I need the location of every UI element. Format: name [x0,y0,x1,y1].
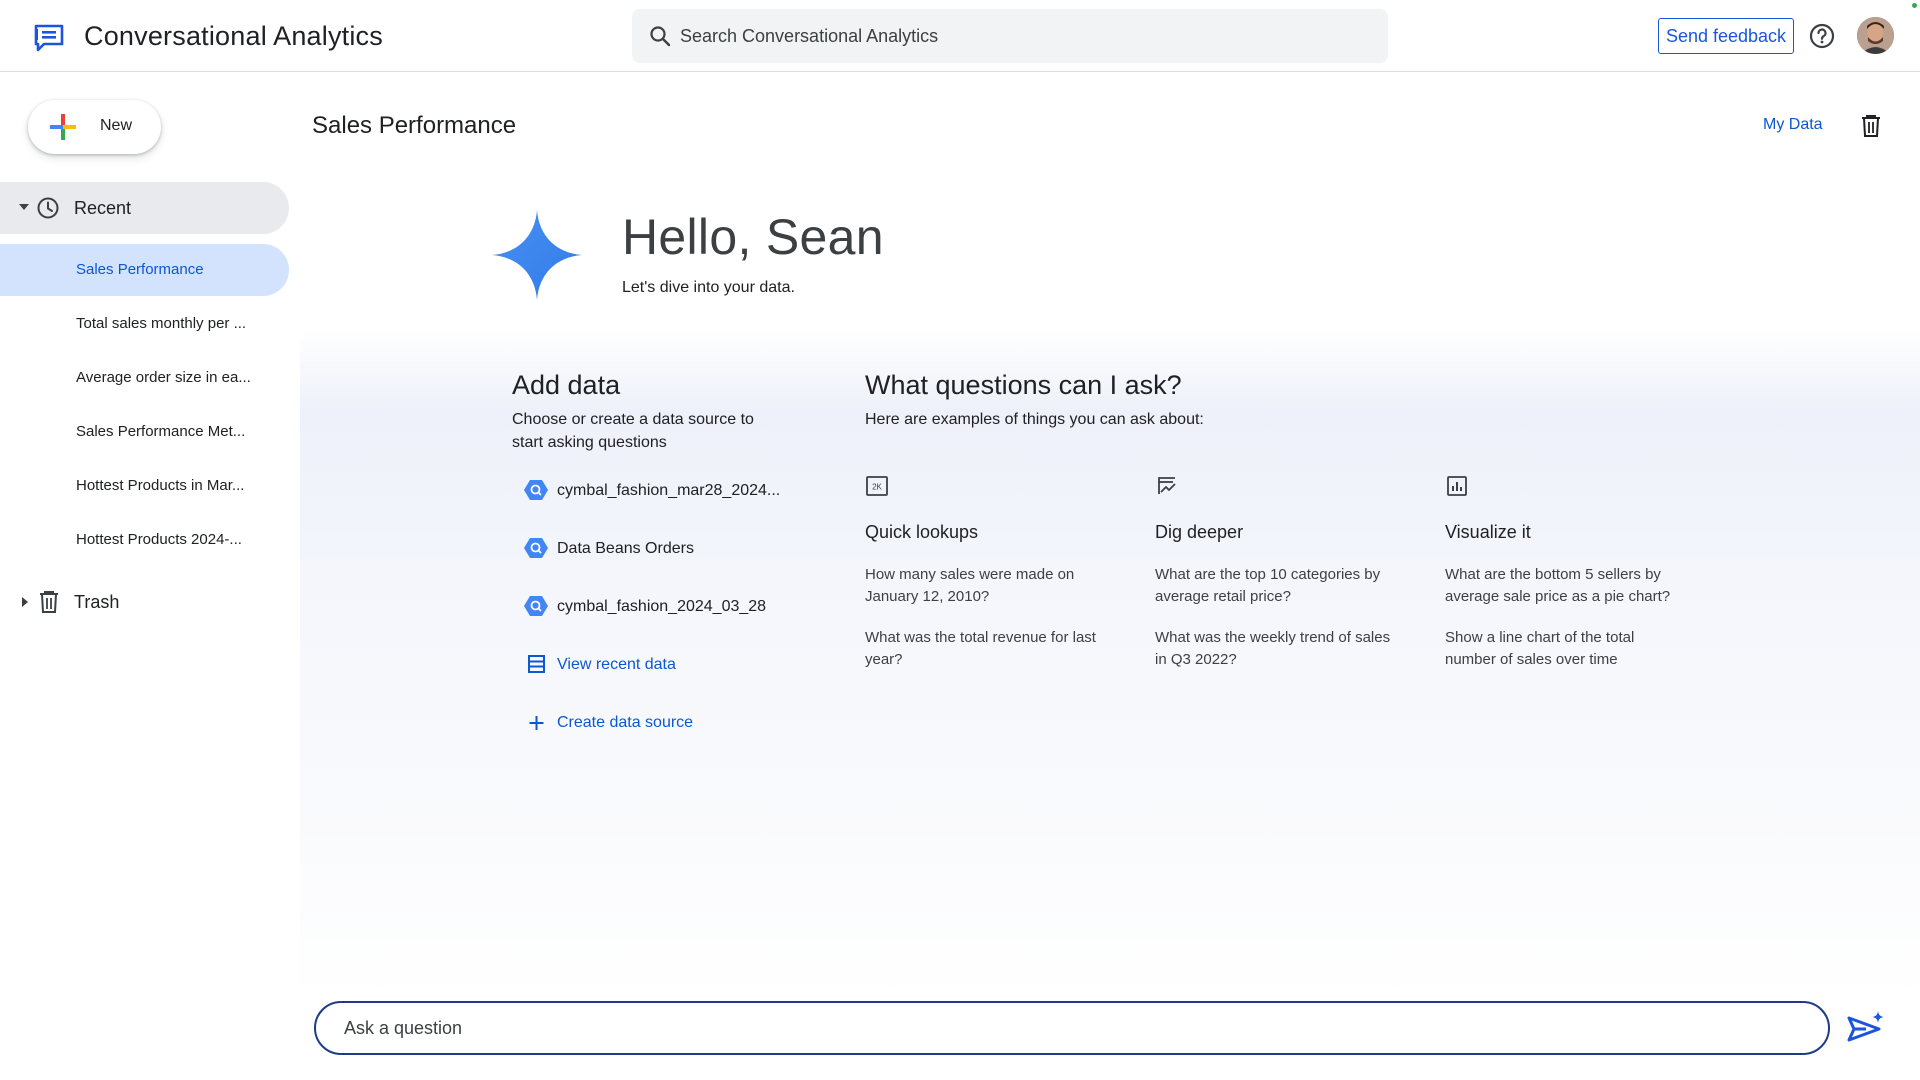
sidebar-item-label: Sales Performance Met... [76,423,246,440]
sidebar-item-sales-performance[interactable]: Sales Performance [0,244,289,296]
search-bar[interactable] [632,9,1388,63]
top-app-bar: Conversational Analytics Send feedback [0,0,1920,72]
create-data-source-link[interactable]: Create data source [520,706,800,740]
sidebar-item-label: Total sales monthly per ... [76,315,247,332]
example-question[interactable]: What are the bottom 5 sellers by average… [1445,564,1713,608]
caret-right-icon [22,597,28,607]
example-question-line: in Q3 2022? [1155,651,1237,668]
table-icon [528,655,545,673]
delete-conversation-icon[interactable] [1860,114,1882,138]
example-question-line: January 12, 2010? [865,588,990,605]
example-question[interactable]: What was the weekly trend of sales in Q3… [1155,627,1423,671]
plus-icon [50,114,76,140]
caret-down-icon [19,204,29,210]
clock-icon [37,197,59,219]
trend-edit-icon [1158,477,1176,494]
sidebar-item-label: Average order size in ea... [76,369,251,386]
add-data-subtitle-line-1: Choose or create a data source to [512,411,754,428]
bigquery-icon [524,596,548,616]
create-data-source-label: Create data source [557,714,694,731]
dig-deeper-title: Dig deeper [1155,522,1244,542]
example-question[interactable]: What was the total revenue for last year… [865,627,1133,671]
data-source-label: cymbal_fashion_mar28_2024... [557,482,781,499]
greeting-heading: Hello, Sean [622,209,884,265]
visualize-it-title: Visualize it [1445,522,1531,542]
example-question-line: What are the bottom 5 sellers by [1445,566,1661,583]
send-feedback-button[interactable]: Send feedback [1658,18,1794,54]
search-icon [650,26,671,47]
data-source-label: Data Beans Orders [557,540,694,557]
trash-icon [40,591,58,613]
add-data-heading: Add data [512,370,621,400]
gemini-sparkle-icon [492,210,582,300]
help-circle-icon[interactable] [1808,22,1836,50]
plus-icon [529,716,544,730]
sidebar-item-total-sales-monthly[interactable]: Total sales monthly per ... [0,298,289,350]
bigquery-icon [524,538,548,558]
example-question-line: What was the total revenue for last [865,629,1096,646]
sidebar-item-sales-performance-met[interactable]: Sales Performance Met... [0,406,289,458]
example-question-line: number of sales over time [1445,651,1618,668]
example-question-line: year? [865,651,903,668]
data-source-item[interactable]: Data Beans Orders [520,532,800,566]
example-question-line: What are the top 10 categories by [1155,566,1381,583]
questions-heading: What questions can I ask? [865,370,1182,400]
example-question-line: What was the weekly trend of sales [1155,629,1391,646]
bar-chart-icon [1447,476,1467,496]
number-lookup-icon: 2K [866,476,888,496]
add-data-subtitle-line-2: start asking questions [512,434,667,451]
example-question-line: How many sales were made on [865,566,1075,583]
page-title: Sales Performance [312,112,517,139]
search-input[interactable] [680,9,1370,63]
user-avatar-icon [1857,17,1894,54]
example-question[interactable]: How many sales were made on January 12, … [865,564,1133,608]
avatar[interactable] [1857,17,1894,54]
example-question-line: average retail price? [1155,588,1291,605]
trash-section-toggle[interactable]: Trash [0,576,289,628]
sidebar-item-label: Hottest Products in Mar... [76,477,245,494]
example-question-line: average sale price as a pie chart? [1445,588,1671,605]
greeting-subtitle: Let's dive into your data. [622,279,795,296]
status-dot [1912,3,1917,8]
ask-question-bar[interactable] [314,1001,1830,1055]
view-recent-data-link[interactable]: View recent data [520,648,800,682]
new-conversation-button[interactable]: New [28,100,161,154]
data-source-label: cymbal_fashion_2024_03_28 [557,598,767,615]
trash-label: Trash [74,592,120,612]
sidebar-item-label: Sales Performance [76,261,204,278]
data-source-item[interactable]: cymbal_fashion_2024_03_28 [520,590,800,624]
recent-label: Recent [74,198,132,218]
send-icon[interactable] [1846,1010,1886,1048]
sidebar-item-label: Hottest Products 2024-... [76,531,242,548]
sidebar-item-average-order-size[interactable]: Average order size in ea... [0,352,289,404]
quick-lookups-title: Quick lookups [865,522,979,542]
svg-text:2K: 2K [872,483,882,492]
example-question[interactable]: What are the top 10 categories by averag… [1155,564,1423,608]
new-button-label: New [100,117,133,134]
data-source-item[interactable]: cymbal_fashion_mar28_2024... [520,474,800,508]
my-data-link[interactable]: My Data [1763,116,1823,134]
sidebar-item-hottest-products-2024[interactable]: Hottest Products 2024-... [0,514,289,566]
example-question-line: Show a line chart of the total [1445,629,1635,646]
sidebar-item-hottest-products-mar[interactable]: Hottest Products in Mar... [0,460,289,512]
chat-analytics-icon[interactable] [33,24,65,52]
bigquery-icon [524,480,548,500]
example-question[interactable]: Show a line chart of the total number of… [1445,627,1713,671]
recent-section-toggle[interactable]: Recent [0,182,289,234]
app-title: Conversational Analytics [84,21,383,51]
ask-question-input[interactable] [344,1003,1804,1053]
questions-subtitle: Here are examples of things you can ask … [865,411,1204,428]
view-recent-data-label: View recent data [557,656,676,673]
